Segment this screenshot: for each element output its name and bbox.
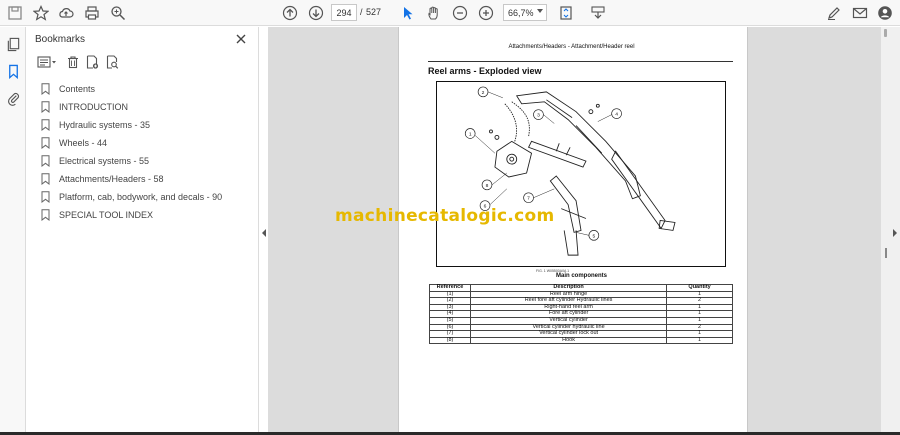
callout-label: 3 — [537, 113, 540, 119]
bookmark-icon — [41, 155, 50, 167]
header-divider — [428, 61, 733, 62]
description-cell: Hook — [469, 336, 668, 345]
scroll-position-marker — [885, 248, 887, 258]
print-icon[interactable] — [82, 3, 102, 23]
hand-tool-icon[interactable] — [424, 3, 444, 23]
bookmarks-panel-title: Bookmarks — [35, 34, 86, 45]
attachment-icon[interactable] — [4, 89, 22, 107]
table-row: (7) Vertical cylinder lock out 1 — [429, 330, 733, 338]
parts-table: Reference Description Quantity (1) Reel a… — [429, 284, 733, 345]
page-number-input[interactable]: 294 — [331, 4, 357, 21]
bookmark-item[interactable]: SPECIAL TOOL INDEX — [41, 207, 153, 223]
delete-bookmark-icon[interactable] — [64, 53, 82, 71]
search-icon[interactable] — [108, 3, 128, 23]
bookmark-icon — [41, 119, 50, 131]
exploded-view-diagram: 2 3 4 1 8 6 7 5 — [436, 81, 726, 267]
callout-label: 2 — [482, 90, 485, 96]
left-tool-rail — [0, 27, 26, 435]
bookmark-item[interactable]: Electrical systems - 55 — [41, 153, 149, 169]
callout-label: 1 — [469, 131, 472, 137]
watermark-text: machinecatalogic.com — [335, 206, 555, 226]
cloud-upload-icon[interactable] — [56, 3, 76, 23]
scroll-mode-icon[interactable] — [588, 3, 608, 23]
zoom-in-icon[interactable] — [476, 3, 496, 23]
page-separator: / — [360, 7, 363, 17]
previous-page-icon[interactable] — [280, 3, 300, 23]
pages-thumbnails-icon[interactable] — [4, 35, 22, 53]
mail-icon[interactable] — [850, 3, 870, 23]
zoom-level-value: 66,7% — [508, 7, 534, 18]
table-row: (8) Hook 1 — [429, 336, 733, 345]
document-viewport[interactable]: Attachments/Headers - Attachment/Header … — [268, 27, 881, 435]
bookmark-icon — [41, 209, 50, 221]
callout-label: 7 — [527, 196, 530, 202]
expand-right-panel-handle[interactable] — [891, 225, 899, 237]
bookmark-icon — [41, 137, 50, 149]
chevron-down-icon — [537, 9, 543, 13]
star-icon[interactable] — [31, 3, 51, 23]
bookmark-icon — [41, 101, 50, 113]
close-icon[interactable] — [234, 32, 248, 46]
document-page: Attachments/Headers - Attachment/Header … — [398, 27, 748, 435]
bookmark-label: Electrical systems - 55 — [59, 156, 150, 166]
next-page-icon[interactable] — [306, 3, 326, 23]
bookmark-item[interactable]: Attachments/Headers - 58 — [41, 171, 164, 187]
account-icon[interactable] — [875, 3, 895, 23]
bookmark-item[interactable]: Wheels - 44 — [41, 135, 107, 151]
quantity-cell: 1 — [666, 336, 733, 345]
zoom-out-icon[interactable] — [450, 3, 470, 23]
page-total: 527 — [366, 7, 382, 17]
bookmark-label: SPECIAL TOOL INDEX — [59, 210, 154, 220]
bookmark-panel-icon[interactable] — [4, 62, 22, 80]
bookmark-icon — [41, 83, 50, 95]
bookmark-item[interactable]: Hydraulic systems - 35 — [41, 117, 150, 133]
bookmark-label: Wheels - 44 — [59, 138, 108, 148]
bookmark-item[interactable]: Platform, cab, bodywork, and decals - 90 — [41, 189, 222, 205]
bookmark-icon — [41, 173, 50, 185]
callout-label: 8 — [486, 183, 489, 189]
reference-cell: (8) — [429, 336, 471, 345]
bookmark-item[interactable]: Contents — [41, 81, 95, 97]
bookmark-label: Attachments/Headers - 58 — [59, 174, 164, 184]
bookmark-options-icon[interactable] — [35, 53, 59, 71]
page-header: Attachments/Headers - Attachment/Header … — [508, 44, 635, 50]
callout-label: 5 — [592, 233, 595, 239]
bookmark-icon — [41, 191, 50, 203]
bookmarks-panel: Bookmarks Contents INTRODUCTION Hydrauli… — [27, 27, 259, 435]
bookmarks-toolbar — [27, 53, 259, 73]
figure-caption: Main components — [555, 273, 607, 279]
find-bookmark-icon[interactable] — [103, 53, 121, 71]
new-bookmark-icon[interactable] — [83, 53, 101, 71]
bookmark-label: Hydraulic systems - 35 — [59, 120, 151, 130]
scrollbar-thumb[interactable] — [884, 29, 887, 37]
bookmark-label: Contents — [59, 84, 96, 94]
bookmark-item[interactable]: INTRODUCTION — [41, 99, 128, 115]
section-title: Reel arms - Exploded view — [428, 66, 542, 76]
reel-arm-drawing: 2 3 4 1 8 6 7 5 — [464, 86, 676, 256]
collapse-panel-handle[interactable] — [260, 225, 268, 237]
save-icon[interactable] — [5, 3, 25, 23]
callout-label: 4 — [615, 112, 618, 118]
sign-pen-icon[interactable] — [824, 3, 844, 23]
main-toolbar: 294 / 527 66,7% — [0, 0, 900, 26]
bookmark-label: Platform, cab, bodywork, and decals - 90 — [59, 192, 223, 202]
bookmark-label: INTRODUCTION — [59, 102, 128, 112]
select-tool-icon[interactable] — [398, 3, 418, 23]
zoom-level-select[interactable]: 66,7% — [503, 4, 547, 21]
fit-page-icon[interactable] — [556, 3, 576, 23]
